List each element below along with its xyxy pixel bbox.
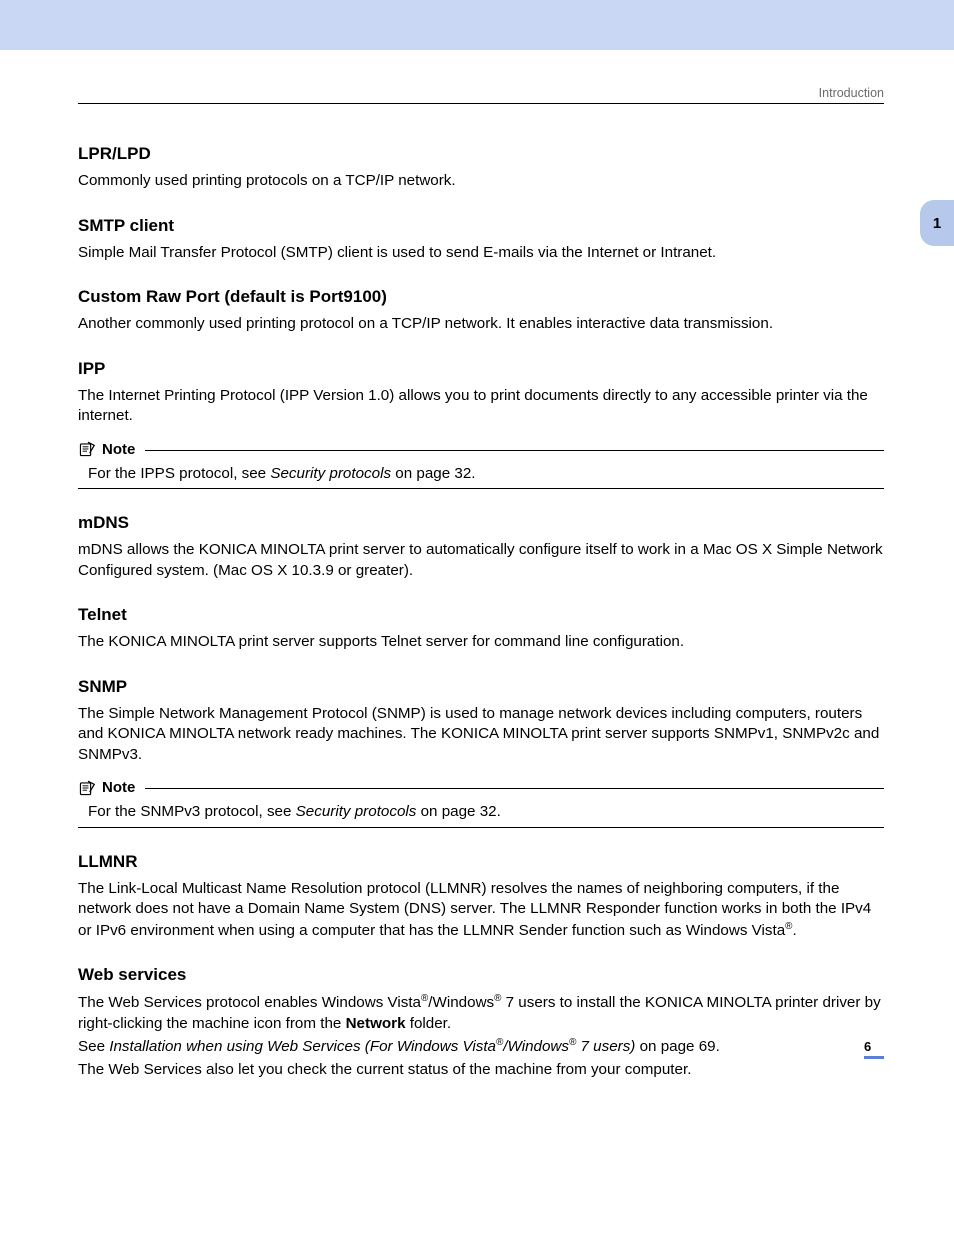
heading-rawport: Custom Raw Port (default is Port9100) [78,287,884,307]
top-banner [0,0,954,50]
heading-smtp: SMTP client [78,216,884,236]
body-lpr: Commonly used printing protocols on a TC… [78,171,884,192]
note-label: Note [102,441,135,458]
heading-ipp: IPP [78,359,884,379]
note-icon [78,441,96,457]
body-llmnr: The Link-Local Multicast Name Resolution… [78,879,884,942]
note-snmp: Note For the SNMPv3 protocol, see Securi… [78,779,884,828]
body-smtp: Simple Mail Transfer Protocol (SMTP) cli… [78,243,884,264]
page-number: 6 [864,1039,884,1059]
note-ipp: Note For the IPPS protocol, see Security… [78,441,884,490]
body-webservices-1: The Web Services protocol enables Window… [78,992,884,1034]
chapter-number: 1 [933,215,941,232]
running-header: Introduction [78,86,884,100]
header-rule [78,103,884,104]
page-content: LPR/LPD Commonly used printing protocols… [78,144,884,1081]
link-installation-webservices[interactable]: Installation when using Web Services (Fo… [109,1038,635,1055]
note-text-ipp: For the IPPS protocol, see Security prot… [88,464,884,485]
note-rule-bottom [78,827,884,828]
body-rawport: Another commonly used printing protocol … [78,314,884,335]
heading-lpr: LPR/LPD [78,144,884,164]
body-ipp: The Internet Printing Protocol (IPP Vers… [78,386,884,427]
network-folder-label: Network [346,1015,406,1032]
chapter-tab: 1 [920,200,954,246]
body-telnet: The KONICA MINOLTA print server supports… [78,632,884,653]
note-rule-top [145,450,884,451]
link-security-protocols[interactable]: Security protocols [296,803,417,820]
heading-telnet: Telnet [78,605,884,625]
note-rule-top [145,788,884,789]
body-webservices-2: See Installation when using Web Services… [78,1036,884,1058]
heading-webservices: Web services [78,965,884,985]
note-icon [78,780,96,796]
note-text-snmp: For the SNMPv3 protocol, see Security pr… [88,802,884,823]
heading-llmnr: LLMNR [78,852,884,872]
body-snmp: The Simple Network Management Protocol (… [78,704,884,766]
link-security-protocols[interactable]: Security protocols [270,465,391,482]
body-webservices-3: The Web Services also let you check the … [78,1060,884,1081]
heading-snmp: SNMP [78,677,884,697]
note-label: Note [102,779,135,796]
note-rule-bottom [78,488,884,489]
body-mdns: mDNS allows the KONICA MINOLTA print ser… [78,540,884,581]
heading-mdns: mDNS [78,513,884,533]
